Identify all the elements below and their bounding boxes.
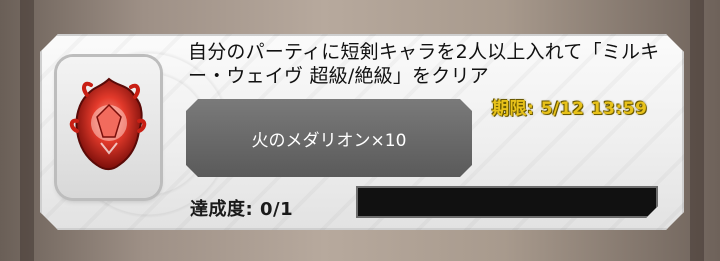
reward-icon-frame xyxy=(57,57,160,198)
reward-label: 火のメダリオン×10 xyxy=(251,131,407,151)
background-stripe-left xyxy=(20,0,34,261)
fire-medallion-icon xyxy=(69,77,147,171)
progress-label: 達成度: 0/1 xyxy=(190,199,294,220)
progress-bar xyxy=(356,186,658,218)
background-stripe-right xyxy=(690,0,704,261)
mission-deadline: 期限: 5/12 13:59 xyxy=(492,99,648,119)
mission-title: 自分のパーティに短剣キャラを2人以上入れて「ミルキー・ウェイヴ 超級/絶級」をク… xyxy=(188,41,660,87)
